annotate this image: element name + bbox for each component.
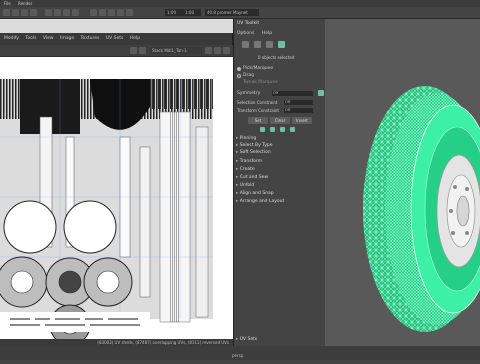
uv-editor-menu-bar: Modify Tools View Image Textures UV Sets… — [0, 33, 233, 45]
section-align-and-snap[interactable]: Align and Snap — [236, 191, 324, 197]
radio-selected-icon — [237, 66, 241, 71]
section-select-by-type[interactable]: Select By Type — [236, 143, 324, 149]
symmetry-select[interactable]: Off — [272, 91, 313, 96]
menu-render[interactable]: Render — [18, 1, 32, 6]
set-button[interactable]: Set — [248, 117, 268, 124]
section-arrange-and-layout[interactable]: Arrange and Layout — [236, 199, 324, 205]
pin-icon[interactable] — [260, 127, 265, 132]
selection-summary: 0 objects selected — [258, 55, 295, 60]
pick-option[interactable]: Pick/Marquee — [237, 65, 273, 72]
tool-icon[interactable] — [130, 47, 137, 54]
vertex-mode-icon[interactable] — [242, 41, 249, 48]
tool-icon[interactable] — [45, 9, 52, 16]
section-soft-selection[interactable]: Soft Selection — [236, 150, 324, 156]
tool-icon[interactable] — [12, 9, 19, 16]
drag-option[interactable]: Drag — [237, 72, 254, 79]
tool-icon[interactable] — [90, 9, 97, 16]
section-cut-and-sew[interactable]: Cut and Sew — [236, 175, 324, 181]
tool-icon[interactable] — [223, 47, 230, 54]
uv-canvas[interactable] — [0, 57, 233, 339]
tool-icon[interactable] — [214, 47, 221, 54]
transform-constraint-label: Transform Constraint — [237, 108, 279, 113]
uv-toolkit-title: UV Toolkit — [237, 21, 260, 26]
selection-constraint-label: Selection Constraint — [237, 100, 278, 105]
texture-field[interactable]: Stack Mdl1_Tan-1 — [150, 47, 202, 54]
uv-status-bar: (83003) UV shells, (87487) overlapping U… — [0, 339, 233, 346]
tire-wireframe — [363, 86, 480, 332]
workspace-field[interactable]: 40.8 promer Maynet — [205, 9, 259, 16]
pick-label: Pick/Marquee — [243, 66, 274, 71]
tool-icon[interactable] — [3, 9, 10, 16]
menu-textures[interactable]: Textures — [81, 36, 100, 41]
tool-icon[interactable] — [108, 9, 115, 16]
selection-constraint-select[interactable]: Off — [284, 100, 313, 105]
tool-icon[interactable] — [117, 9, 124, 16]
main-menu-bar: File Render — [0, 0, 480, 7]
shell-mode-icon[interactable] — [278, 41, 285, 48]
pin-icon[interactable] — [280, 127, 285, 132]
invert-button[interactable]: Invert — [292, 117, 312, 124]
time-field[interactable]: 1:00 — [183, 9, 201, 16]
viewport-camera-label: persp — [232, 353, 244, 358]
pin-icon[interactable] — [290, 127, 295, 132]
uv-editor-window: Modify Tools View Image Textures UV Sets… — [0, 19, 233, 346]
main-toolbar: 1:00 1:00 40.8 promer Maynet — [0, 7, 480, 19]
menu-help[interactable]: Help — [262, 31, 272, 36]
tool-icon[interactable] — [126, 9, 133, 16]
tool-icon[interactable] — [139, 47, 146, 54]
bottom-bar: persp — [0, 346, 480, 360]
menu-help[interactable]: Help — [130, 36, 140, 41]
tool-icon[interactable] — [30, 9, 37, 16]
uv-editor-titlebar[interactable] — [0, 19, 233, 33]
tweak-label: Tweak Marquee — [243, 80, 278, 85]
pin-icon[interactable] — [270, 127, 275, 132]
menu-view[interactable]: View — [43, 36, 54, 41]
menu-options[interactable]: Options — [237, 31, 254, 36]
tool-icon[interactable] — [99, 9, 106, 16]
tool-icon[interactable] — [21, 9, 28, 16]
section-uv-sets[interactable]: UV Sets — [236, 337, 324, 343]
tool-icon[interactable] — [63, 9, 70, 16]
section-create[interactable]: Create — [236, 167, 324, 173]
time-field[interactable]: 1:00 — [165, 9, 183, 16]
clear-button[interactable]: Clear — [270, 117, 290, 124]
perspective-viewport[interactable] — [325, 19, 480, 360]
transform-constraint-select[interactable]: Off — [284, 108, 313, 113]
section-unfold[interactable]: Unfold — [236, 183, 324, 189]
tool-icon[interactable] — [72, 9, 79, 16]
menu-modify[interactable]: Modify — [4, 36, 19, 41]
uv-layout — [0, 57, 233, 339]
drag-label: Drag — [243, 73, 254, 78]
section-transform[interactable]: Transform — [236, 159, 324, 165]
face-mode-icon[interactable] — [266, 41, 273, 48]
uv-toolkit-panel: UV Toolkit Options Help 0 objects select… — [233, 19, 325, 346]
menu-uv-sets[interactable]: UV Sets — [106, 36, 124, 41]
section-pinning[interactable]: Pinning — [236, 136, 324, 142]
edge-mode-icon[interactable] — [254, 41, 261, 48]
menu-tools[interactable]: Tools — [25, 36, 36, 41]
menu-file[interactable]: File — [4, 1, 11, 6]
tool-icon[interactable] — [205, 47, 212, 54]
tweak-option[interactable]: Tweak Marquee — [237, 79, 278, 86]
symmetry-icon[interactable] — [318, 90, 324, 96]
symmetry-label: Symmetry — [237, 91, 261, 96]
uv-editor-toolbar: Stack Mdl1_Tan-1 — [0, 45, 233, 57]
radio-icon — [237, 73, 241, 78]
menu-image[interactable]: Image — [60, 36, 74, 41]
uv-toolkit-menu-bar: Options Help — [234, 29, 326, 38]
tool-icon[interactable] — [54, 9, 61, 16]
